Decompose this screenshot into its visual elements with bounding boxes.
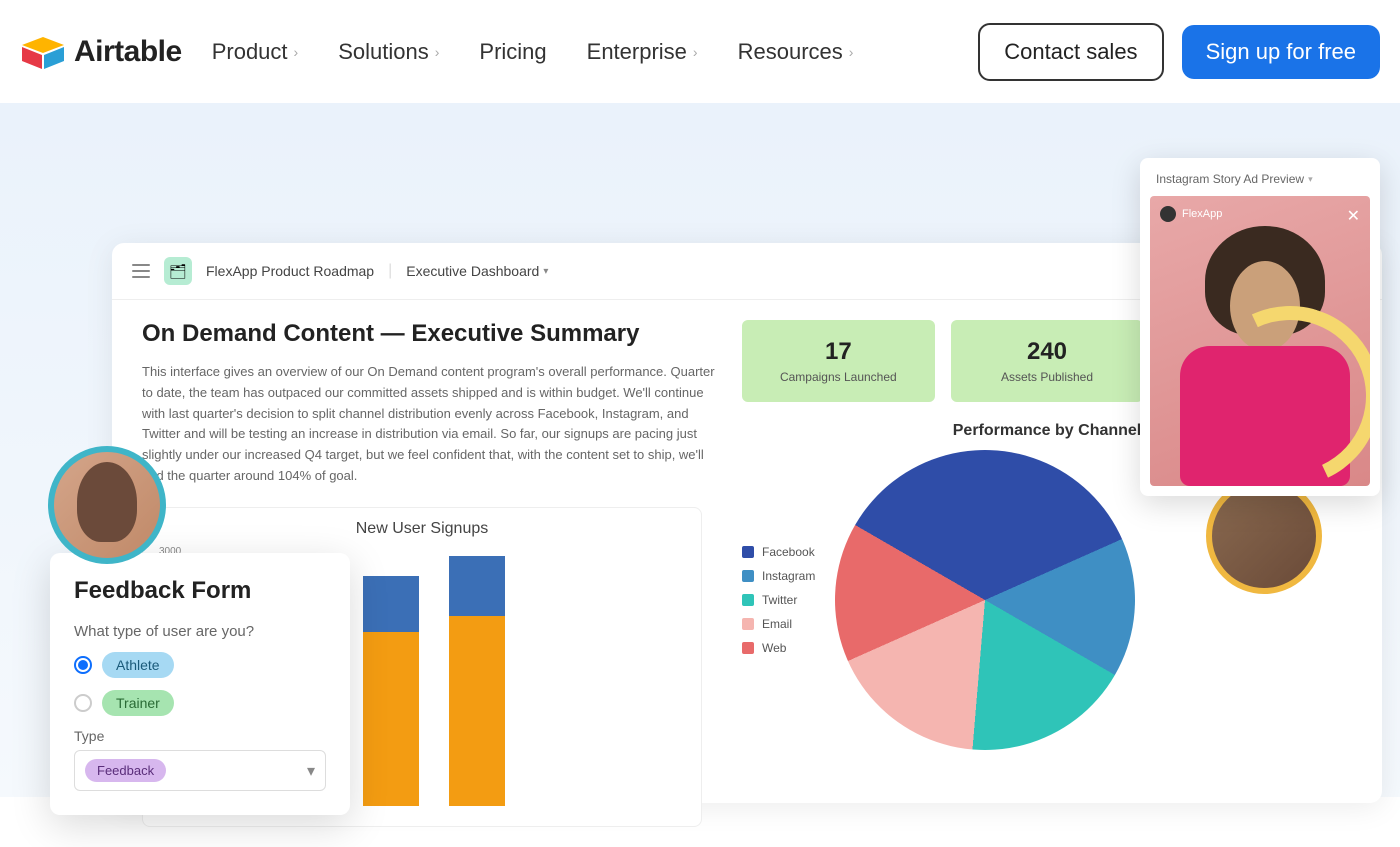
radio-icon [74,694,92,712]
swatch-icon [742,570,754,582]
pie-legend: Facebook Instagram Twitter Email Web [742,545,815,655]
type-select[interactable]: Feedback ▾ [74,750,326,791]
type-tag: Feedback [85,759,166,782]
instagram-preview-title[interactable]: Instagram Story Ad Preview ▾ [1150,168,1370,196]
type-label: Type [74,728,326,744]
bar [449,556,505,806]
instagram-story-image: FlexApp ✕ [1150,196,1370,486]
summary-title: On Demand Content — Executive Summary [142,320,722,348]
legend-item: Email [742,617,815,631]
nav-resources[interactable]: Resources› [738,39,854,65]
app-name: FlexApp Product Roadmap [206,263,374,279]
swatch-icon [742,594,754,606]
bar-chart-title: New User Signups [155,520,689,538]
nav-solutions[interactable]: Solutions› [338,39,439,65]
chevron-down-icon: ▾ [307,761,315,781]
nav-product[interactable]: Product› [212,39,299,65]
stat-label: Campaigns Launched [752,370,925,384]
close-icon[interactable]: ✕ [1347,206,1360,226]
feedback-title: Feedback Form [74,577,326,605]
stat-label: Assets Published [961,370,1134,384]
chevron-right-icon: › [693,44,698,60]
legend-item: Web [742,641,815,655]
bar [363,576,419,806]
user-avatar-icon [1160,206,1176,222]
chevron-right-icon: › [435,44,440,60]
signup-button[interactable]: Sign up for free [1182,25,1380,79]
legend-item: Instagram [742,569,815,583]
contact-sales-button[interactable]: Contact sales [978,23,1163,81]
nav-enterprise[interactable]: Enterprise› [587,39,698,65]
logo[interactable]: Airtable [20,33,182,71]
swatch-icon [742,546,754,558]
app-icon: 🗂 [164,257,192,285]
legend-item: Facebook [742,545,815,559]
radio-trainer[interactable]: Trainer [74,690,326,716]
menu-icon[interactable] [132,264,150,278]
stat-card: 17 Campaigns Launched [742,320,935,402]
chevron-right-icon: › [849,44,854,60]
instagram-user: FlexApp [1160,206,1222,222]
chevron-right-icon: › [294,44,299,60]
top-nav: Airtable Product› Solutions› Pricing Ent… [0,0,1400,103]
nav-pricing[interactable]: Pricing [479,39,546,65]
nav-items: Product› Solutions› Pricing Enterprise› … [212,39,854,65]
stat-value: 17 [752,338,925,366]
radio-athlete[interactable]: Athlete [74,652,326,678]
avatar [48,446,166,564]
pill-trainer: Trainer [102,690,174,716]
feedback-form: Feedback Form What type of user are you?… [50,553,350,815]
pill-athlete: Athlete [102,652,174,678]
chevron-down-icon: ▾ [1308,174,1313,185]
pie-chart [780,395,1190,805]
legend-item: Twitter [742,593,815,607]
instagram-preview-card: Instagram Story Ad Preview ▾ FlexApp ✕ [1140,158,1380,496]
swatch-icon [742,618,754,630]
chevron-down-icon: ▾ [543,266,548,277]
stat-card: 240 Assets Published [951,320,1144,402]
breadcrumb[interactable]: Executive Dashboard ▾ [406,263,548,279]
stat-value: 240 [961,338,1134,366]
summary-text: This interface gives an overview of our … [142,362,722,487]
logo-text: Airtable [74,35,182,69]
radio-icon [74,656,92,674]
feedback-question: What type of user are you? [74,623,326,640]
logo-icon [20,33,66,71]
swatch-icon [742,642,754,654]
hero: 🗂 FlexApp Product Roadmap | Executive Da… [0,103,1400,797]
